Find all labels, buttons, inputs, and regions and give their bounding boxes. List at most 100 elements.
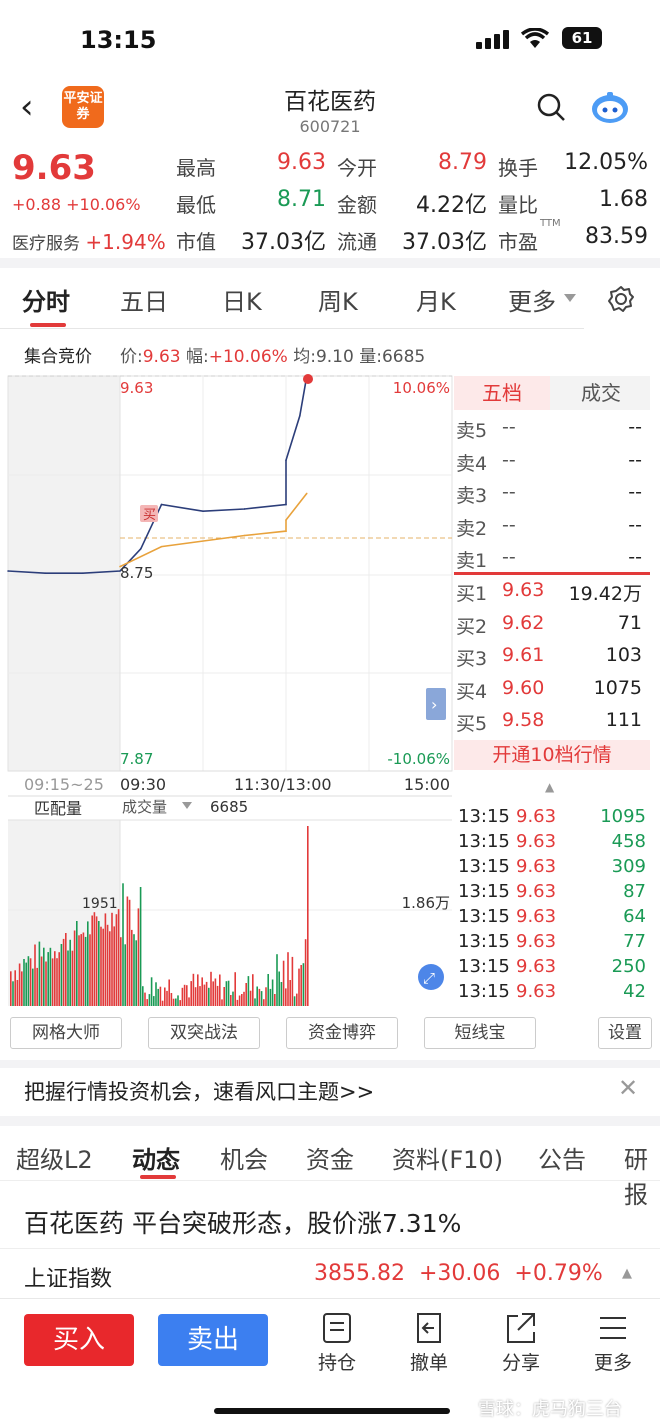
chart-bottom-pct: -10.06% <box>387 750 450 768</box>
holdings-label[interactable]: 持仓 <box>302 1348 372 1375</box>
close-icon[interactable]: ✕ <box>618 1074 638 1102</box>
volume-bar <box>49 947 52 1006</box>
index-name[interactable]: 上证指数 <box>24 1261 112 1293</box>
volume-bar <box>256 986 258 1006</box>
line-point <box>285 459 287 462</box>
more-menu-icon[interactable] <box>578 1310 648 1344</box>
volume-bar <box>124 944 126 1006</box>
volume-bar <box>60 944 63 1006</box>
chart-tab-0[interactable]: 分时 <box>22 282 70 317</box>
trade-time-0: 13:15 <box>458 806 510 827</box>
scroll-up-icon[interactable]: ▲ <box>545 780 554 794</box>
info-tab-0[interactable]: 超级L2 <box>16 1140 93 1175</box>
gear-icon[interactable] <box>606 284 636 314</box>
volume-bar <box>157 988 159 1006</box>
open-level2-button[interactable]: 开通10档行情 <box>454 740 650 770</box>
chart-tab-2[interactable]: 日K <box>222 282 262 317</box>
trade-vol-6: 250 <box>611 956 646 977</box>
cancel-order-label[interactable]: 撤单 <box>394 1348 464 1375</box>
share-label[interactable]: 分享 <box>486 1348 556 1375</box>
ask-label-1: 卖4 <box>456 452 488 475</box>
sell-button[interactable]: 卖出 <box>158 1314 268 1366</box>
search-icon[interactable] <box>536 92 566 122</box>
active-tab-indicator <box>140 1175 176 1179</box>
share-icon[interactable] <box>486 1310 556 1344</box>
trade-price-0: 9.63 <box>516 806 557 827</box>
news-headline[interactable]: 百花医药 平台突破形态，股价涨7.31% <box>24 1204 461 1240</box>
fullscreen-icon[interactable]: ⤢ <box>423 969 436 987</box>
volume-value: 6685 <box>210 798 248 816</box>
func-button-0[interactable]: 网格大师 <box>10 1017 122 1049</box>
func-button-3[interactable]: 短线宝 <box>424 1017 536 1049</box>
volume-bar <box>117 909 120 1006</box>
volume-bar <box>276 954 278 1006</box>
volume-bar <box>265 987 267 1006</box>
chart-tab-5[interactable]: 更多 <box>508 282 556 317</box>
caret-down-icon[interactable] <box>563 293 577 303</box>
volume-bar <box>267 974 269 1006</box>
promo-banner[interactable]: 把握行情投资机会，速看风口主题>> <box>24 1076 374 1106</box>
intraday-chart[interactable]: 买 9.63 10.06% 8.75 7.87 -10.06% › 09:15~… <box>0 370 456 1010</box>
last-price: 9.63 <box>12 148 96 188</box>
info-tab-6[interactable]: 研报 <box>624 1140 660 1210</box>
info-tab-5[interactable]: 公告 <box>538 1140 586 1175</box>
more-label[interactable]: 更多 <box>578 1348 648 1375</box>
volume-bar <box>216 985 219 1006</box>
volume-bar <box>100 926 102 1006</box>
volume-bar <box>186 985 188 1006</box>
line-point <box>299 415 301 417</box>
ask-vol-0: -- <box>628 416 642 438</box>
holdings-icon[interactable] <box>302 1310 372 1344</box>
volume-bar <box>139 887 142 1006</box>
chart-tab-3[interactable]: 周K <box>318 282 358 317</box>
chart-tab-1[interactable]: 五日 <box>120 282 168 317</box>
info-tab-4[interactable]: 资料(F10) <box>392 1140 503 1175</box>
volume-bar <box>120 937 122 1006</box>
volume-bar <box>287 952 289 1006</box>
volume-marker: 1951 <box>82 896 118 912</box>
volume-bar <box>210 971 212 1006</box>
volume-bar <box>221 999 223 1006</box>
tab-trades[interactable]: 成交 <box>552 376 650 410</box>
quote-value-2: 12.05% <box>564 150 648 175</box>
ask-vol-2: -- <box>628 481 642 503</box>
volume-bar <box>263 999 265 1006</box>
volume-bar <box>271 979 274 1006</box>
volume-bar <box>32 968 34 1006</box>
cancel-order-icon[interactable] <box>394 1310 464 1344</box>
volume-bar <box>175 998 177 1006</box>
volume-bar <box>87 921 89 1006</box>
chart-tab-4[interactable]: 月K <box>416 282 456 317</box>
line-point <box>285 519 287 521</box>
volume-bar <box>307 826 309 1006</box>
volume-bar <box>148 994 151 1006</box>
volume-bar <box>168 979 170 1006</box>
tab-five-levels[interactable]: 五档 <box>454 376 550 410</box>
expand-panel-icon[interactable]: › <box>431 695 437 714</box>
trade-vol-5: 77 <box>623 931 646 952</box>
info-tab-1[interactable]: 动态 <box>132 1140 180 1175</box>
bid-vol-3: 1075 <box>593 676 642 699</box>
volume-bar <box>144 992 146 1006</box>
volume-bar <box>245 983 247 1006</box>
volume-selector[interactable]: 成交量 <box>122 798 167 816</box>
volume-bar <box>93 912 96 1006</box>
buy-button[interactable]: 买入 <box>24 1314 134 1366</box>
volume-bar <box>135 940 137 1006</box>
volume-bar <box>65 933 67 1006</box>
expand-up-icon[interactable]: ▲ <box>622 1266 632 1281</box>
func-button-4[interactable]: 设置 <box>598 1017 652 1049</box>
volume-bar <box>21 971 23 1006</box>
func-button-2[interactable]: 资金博弈 <box>286 1017 398 1049</box>
volume-bar <box>293 996 296 1006</box>
volume-bar <box>170 993 173 1006</box>
volume-bar <box>14 970 16 1006</box>
assistant-robot-icon[interactable] <box>590 90 630 126</box>
info-tab-2[interactable]: 机会 <box>220 1140 268 1175</box>
last-price-dot <box>303 374 313 384</box>
sector-row[interactable]: 医疗服务 +1.94% <box>12 229 166 254</box>
info-tab-3[interactable]: 资金 <box>306 1140 354 1175</box>
func-button-1[interactable]: 双突战法 <box>148 1017 260 1049</box>
volume-bar <box>34 944 36 1006</box>
volume-bar <box>73 930 76 1006</box>
